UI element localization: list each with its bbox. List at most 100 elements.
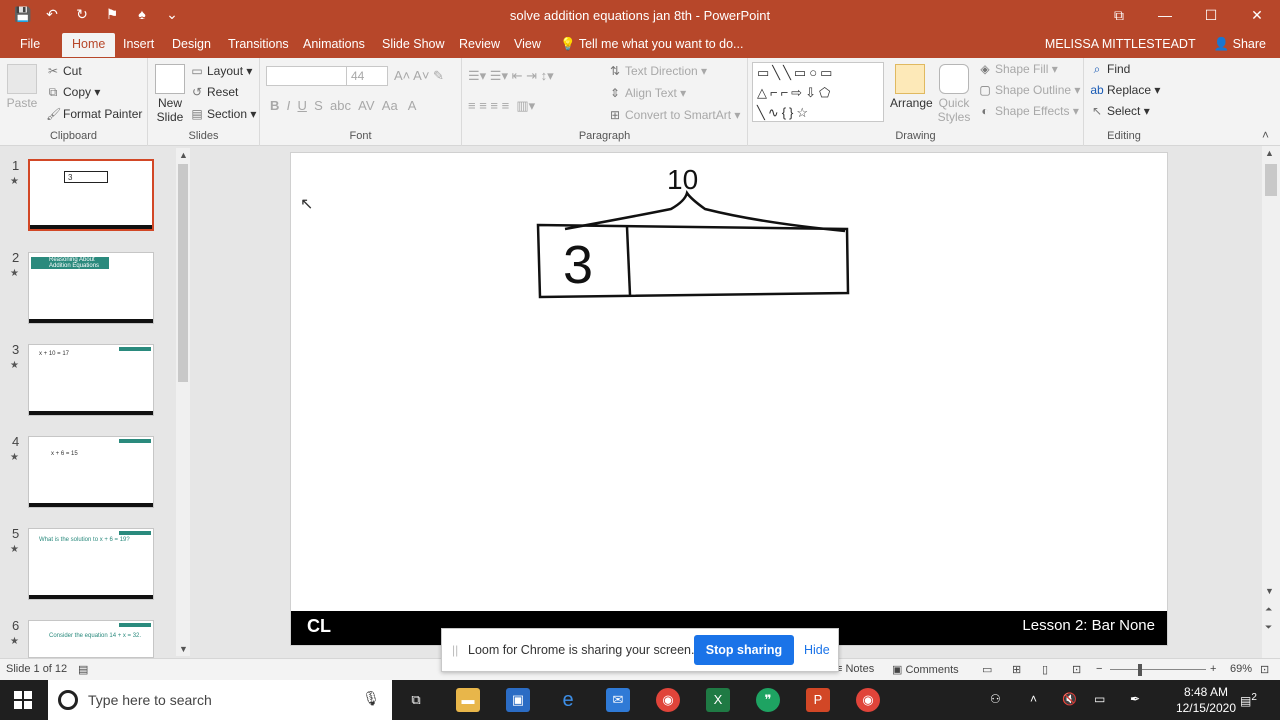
thumb-number: 5 bbox=[12, 526, 20, 541]
scroll-down-icon[interactable]: ▼ bbox=[179, 644, 188, 654]
prev-slide-icon[interactable]: ⏶ bbox=[1265, 604, 1272, 615]
tab-home[interactable]: Home bbox=[62, 33, 116, 57]
zoom-out-icon[interactable]: − bbox=[1096, 663, 1102, 675]
comments-button[interactable]: ▣ Comments bbox=[892, 663, 959, 676]
font-size-box[interactable]: 44 bbox=[346, 66, 388, 86]
text-direction-button[interactable]: ⇅ Text Direction ▾ bbox=[608, 64, 707, 78]
reading-view-icon[interactable]: ▯ bbox=[1042, 663, 1048, 676]
shape-effects-button[interactable]: ◐ Shape Effects ▾ bbox=[978, 104, 1078, 118]
font-grow-shrink-icon[interactable]: A˄ A˅ ✎ bbox=[394, 68, 444, 84]
thumbnail-scrollbar[interactable]: ▲ ▼ bbox=[176, 148, 190, 656]
hide-button[interactable]: Hide bbox=[804, 643, 830, 657]
zoom-level[interactable]: 69% bbox=[1230, 663, 1252, 675]
task-view-icon[interactable]: ⧉ bbox=[404, 688, 428, 712]
tab-file[interactable]: File bbox=[20, 37, 40, 51]
tab-review[interactable]: Review bbox=[459, 37, 500, 51]
maximize-button[interactable]: ☐ bbox=[1188, 0, 1234, 32]
minimize-button[interactable]: — bbox=[1142, 0, 1188, 32]
people-icon[interactable]: ⚇ bbox=[990, 692, 1001, 706]
zoom-in-icon[interactable]: + bbox=[1210, 663, 1216, 675]
new-slide-button[interactable]: New Slide bbox=[152, 64, 188, 124]
slide-sorter-icon[interactable]: ⊞ bbox=[1012, 663, 1021, 676]
scroll-up-icon[interactable]: ▲ bbox=[1265, 148, 1274, 158]
taskbar-search-box[interactable]: Type here to search 🎙 bbox=[48, 680, 392, 720]
tab-insert[interactable]: Insert bbox=[123, 37, 154, 51]
shape-fill-button[interactable]: ◈ Shape Fill ▾ bbox=[978, 62, 1057, 76]
find-button[interactable]: ⌕ Find bbox=[1090, 62, 1131, 77]
align-icons[interactable]: ≡ ≡ ≡ ≡ ▥▾ bbox=[468, 98, 535, 114]
volume-muted-icon[interactable]: 🔇 bbox=[1062, 692, 1077, 706]
title-bar: 💾 ↶ ↻ ⚑ ♠ ⌄ solve addition equations jan… bbox=[0, 0, 1280, 32]
tab-design[interactable]: Design bbox=[172, 37, 211, 51]
chrome-profile-icon[interactable]: ◉ bbox=[656, 688, 680, 712]
microphone-icon[interactable]: 🎙 bbox=[362, 690, 380, 707]
slide-thumbnail-4[interactable]: x + 6 = 15 bbox=[28, 436, 154, 508]
arrange-button[interactable]: Arrange bbox=[890, 64, 933, 110]
scrollbar-thumb[interactable] bbox=[1265, 164, 1277, 196]
shape-outline-button[interactable]: ▢ Shape Outline ▾ bbox=[978, 83, 1080, 97]
replace-button[interactable]: ab Replace ▾ bbox=[1090, 83, 1160, 97]
select-button[interactable]: ↖ Select ▾ bbox=[1090, 104, 1150, 118]
quick-styles-button[interactable]: Quick Styles bbox=[936, 64, 972, 124]
tab-slide-show[interactable]: Slide Show bbox=[382, 37, 445, 51]
tab-view[interactable]: View bbox=[514, 37, 541, 51]
zoom-slider[interactable] bbox=[1110, 669, 1206, 670]
smartart-button[interactable]: ⊞ Convert to SmartArt ▾ bbox=[608, 108, 740, 122]
shapes-gallery[interactable]: ▭╲╲▭○▭ △⌐⌐⇨⇩⬠ ╲∿{}☆ bbox=[752, 62, 884, 122]
animation-star-icon: ★ bbox=[10, 452, 19, 463]
normal-view-icon[interactable]: ▭ bbox=[982, 663, 992, 676]
close-button[interactable]: ✕ bbox=[1234, 0, 1280, 32]
tab-animations[interactable]: Animations bbox=[303, 37, 365, 51]
powerpoint-icon[interactable]: P bbox=[806, 688, 830, 712]
tab-transitions[interactable]: Transitions bbox=[228, 37, 289, 51]
section-button[interactable]: ▤ Section ▾ bbox=[190, 107, 256, 121]
user-name[interactable]: MELISSA MITTLESTEADT bbox=[1045, 37, 1196, 52]
slide-thumbnail-5[interactable]: What is the solution to x + 6 = 19? bbox=[28, 528, 154, 600]
drag-handle-icon[interactable]: || bbox=[452, 643, 458, 657]
cut-button[interactable]: ✂ Cut bbox=[46, 64, 82, 78]
copy-button[interactable]: ⧉ Copy ▾ bbox=[46, 85, 101, 100]
fit-slide-icon[interactable]: ⊡ bbox=[1260, 663, 1269, 676]
slide-thumbnail-3[interactable]: x + 10 = 17 bbox=[28, 344, 154, 416]
slide-scrollbar[interactable]: ▲ ▼ ⏶ ⏷ bbox=[1262, 146, 1280, 658]
edge-icon[interactable]: e bbox=[556, 688, 580, 712]
format-painter-button[interactable]: 🖌 Format Painter bbox=[46, 107, 142, 121]
scroll-down-icon[interactable]: ▼ bbox=[1265, 586, 1274, 596]
align-text-button[interactable]: ⇕ Align Text ▾ bbox=[608, 86, 686, 100]
collapse-ribbon-icon[interactable]: ˄ bbox=[1262, 128, 1269, 142]
windows-start-icon[interactable] bbox=[14, 691, 32, 709]
show-hidden-icons-icon[interactable]: ˄ bbox=[1030, 692, 1037, 706]
file-explorer-icon[interactable]: ▬ bbox=[456, 688, 480, 712]
store-icon[interactable]: ▣ bbox=[506, 688, 530, 712]
paste-button[interactable]: Paste bbox=[6, 64, 38, 110]
tell-me-search[interactable]: 💡 Tell me what you want to do... bbox=[560, 37, 743, 52]
spellcheck-icon[interactable]: ▤ bbox=[78, 663, 88, 676]
font-name-box[interactable] bbox=[266, 66, 348, 86]
scrollbar-thumb[interactable] bbox=[178, 164, 188, 382]
pen-workspace-icon[interactable]: ✒ bbox=[1130, 692, 1140, 706]
stop-sharing-button[interactable]: Stop sharing bbox=[694, 635, 794, 665]
mail-icon[interactable]: ✉ bbox=[606, 688, 630, 712]
notes-button[interactable]: ≡ Notes bbox=[836, 663, 874, 675]
slide-thumbnail-6[interactable]: Consider the equation 14 + x = 32. bbox=[28, 620, 154, 658]
slideshow-icon[interactable]: ⊡ bbox=[1072, 663, 1081, 676]
excel-icon[interactable]: X bbox=[706, 688, 730, 712]
battery-icon[interactable]: ▭ bbox=[1094, 692, 1105, 706]
ribbon-display-icon[interactable]: ⧉ bbox=[1096, 0, 1142, 32]
zoom-slider-thumb[interactable] bbox=[1138, 664, 1142, 676]
reset-button[interactable]: ↺ Reset bbox=[190, 85, 238, 99]
editing-group: ⌕ Find ab Replace ▾ ↖ Select ▾ Editing bbox=[1084, 58, 1164, 146]
chrome-icon[interactable]: ◉ bbox=[856, 688, 880, 712]
current-slide[interactable]: 10 3 CL Lesson 2: Bar None bbox=[290, 152, 1168, 646]
list-icons[interactable]: ☰▾ ☰▾ ⇤ ⇥ ↕▾ bbox=[468, 68, 554, 84]
next-slide-icon[interactable]: ⏷ bbox=[1265, 622, 1272, 633]
slide-thumbnail-2[interactable]: Reasoning About Addition Equations bbox=[28, 252, 154, 324]
font-format-icons[interactable]: B I U S abc AV Aa A bbox=[270, 98, 416, 113]
taskbar-clock[interactable]: 8:48 AM 12/15/2020 bbox=[1176, 684, 1236, 716]
share-button[interactable]: 👤 Share bbox=[1214, 37, 1266, 52]
hangouts-icon[interactable]: ❞ bbox=[756, 688, 780, 712]
layout-button[interactable]: ▭ Layout ▾ bbox=[190, 64, 252, 78]
scroll-up-icon[interactable]: ▲ bbox=[179, 150, 188, 160]
action-center-icon[interactable]: ▤2 bbox=[1240, 692, 1257, 708]
slide-thumbnail-1[interactable]: 3 bbox=[28, 159, 154, 231]
